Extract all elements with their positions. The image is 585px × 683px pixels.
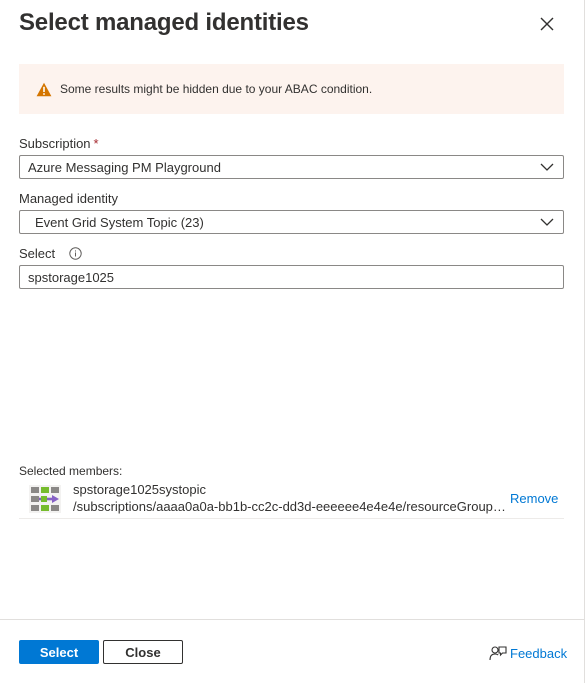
close-button[interactable]: Close [103,640,183,664]
chevron-down-icon [539,159,555,175]
selected-member-row: spstorage1025systopic /subscriptions/aaa… [19,478,564,519]
warning-text: Some results might be hidden due to your… [60,82,373,96]
managed-identity-value: Event Grid System Topic (23) [35,214,204,230]
feedback-link[interactable]: Feedback [489,644,567,662]
select-label: Select [19,246,82,261]
info-icon[interactable] [69,247,82,260]
select-button[interactable]: Select [19,640,99,664]
subscription-label: Subscription * [19,136,99,151]
panel-title: Select managed identities [19,9,309,36]
selected-members-label: Selected members: [19,464,123,478]
subscription-label-text: Subscription [19,136,91,151]
required-mark: * [93,136,99,151]
chevron-down-icon [539,214,555,230]
feedback-icon [489,644,507,662]
member-name: spstorage1025systopic [73,482,206,497]
footer-divider [0,619,585,620]
feedback-label: Feedback [510,645,568,661]
select-search-input[interactable] [19,265,564,289]
abac-warning-banner: Some results might be hidden due to your… [19,64,564,114]
select-label-text: Select [19,246,56,261]
subscription-value: Azure Messaging PM Playground [28,159,221,175]
warning-icon [36,81,52,97]
close-icon[interactable] [536,13,558,35]
subscription-dropdown[interactable]: Azure Messaging PM Playground [19,155,564,179]
managed-identity-dropdown[interactable]: Event Grid System Topic (23) [19,210,564,234]
select-managed-identities-panel: Select managed identities Some results m… [0,0,585,683]
member-resource-path: /subscriptions/aaaa0a0a-bb1b-cc2c-dd3d-e… [73,499,510,514]
remove-member-link[interactable]: Remove [510,491,558,506]
event-grid-system-topic-icon [28,483,62,515]
managed-identity-label: Managed identity [19,191,119,206]
